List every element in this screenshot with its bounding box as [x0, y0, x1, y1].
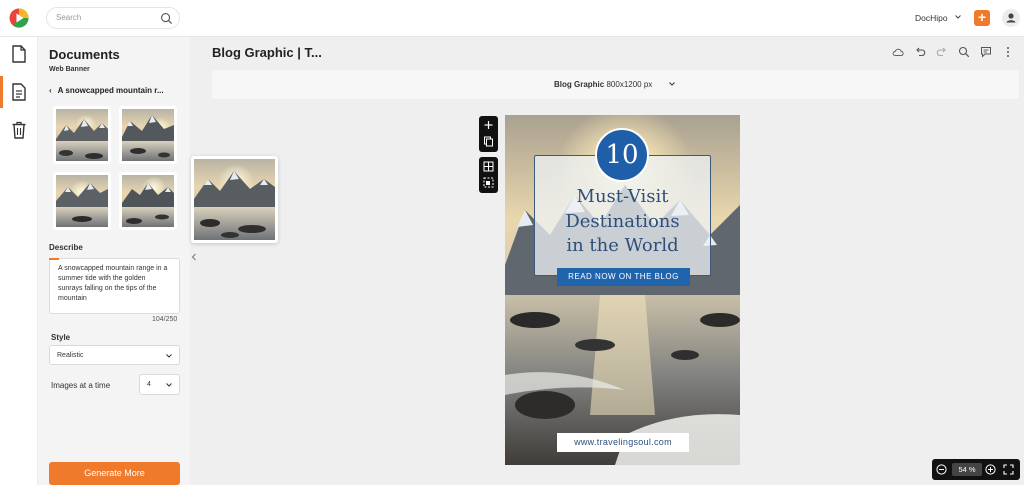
canvas-size-selector[interactable]: Blog Graphic 800x1200 px	[554, 80, 652, 89]
canvas-size-name: Blog Graphic	[554, 80, 605, 89]
images-at-a-time-label: Images at a time	[51, 381, 111, 390]
user-icon	[1006, 13, 1016, 23]
layout-tools	[483, 161, 494, 188]
zoom-level[interactable]: 54 %	[952, 463, 982, 476]
headline-line-3: in the World	[566, 235, 679, 256]
more-options-icon[interactable]	[1002, 46, 1014, 58]
rail-item-trash[interactable]	[0, 114, 38, 146]
chevron-down-icon	[166, 354, 172, 358]
number-badge[interactable]: 10	[595, 128, 649, 182]
page-tools	[484, 121, 493, 147]
describe-label: Describe	[49, 243, 83, 252]
description-textarea[interactable]: A snowcapped mountain range in a summer …	[49, 258, 180, 314]
panel-title: Documents	[49, 47, 120, 62]
zoom-control: 54 %	[932, 459, 1020, 480]
headline-line-1: Must-Visit	[576, 186, 669, 207]
zoom-in-icon[interactable]	[985, 464, 996, 475]
generated-image-1[interactable]	[53, 106, 111, 164]
left-icon-rail	[0, 37, 38, 485]
headline-text[interactable]: Must-Visit Destinations in the World	[534, 185, 711, 259]
back-to-prompts-button[interactable]: ‹ A snowcapped mountain r...	[49, 86, 164, 95]
chevron-down-icon	[166, 383, 172, 387]
image-generator-panel: Documents Web Banner ‹ A snowcapped mount…	[38, 37, 190, 485]
panel-subtitle: Web Banner	[49, 66, 90, 73]
chevron-left-icon: ‹	[49, 86, 52, 95]
page-tools-group	[479, 116, 498, 152]
redo-icon[interactable]	[936, 46, 948, 58]
image-preview-popup[interactable]	[191, 156, 278, 243]
design-artboard[interactable]: 10 Must-Visit Destinations in the World …	[505, 115, 740, 465]
generate-more-button[interactable]: Generate More	[49, 462, 180, 485]
mountain-image	[194, 159, 275, 240]
generated-image-4[interactable]	[119, 172, 177, 230]
cloud-save-icon[interactable]	[892, 46, 904, 58]
website-url[interactable]: www.travelingsoul.com	[557, 433, 689, 452]
add-button[interactable]: +	[974, 10, 990, 26]
mountain-image	[122, 109, 174, 161]
chevron-down-icon[interactable]	[954, 13, 962, 21]
collapse-panel-button[interactable]	[190, 250, 197, 264]
rail-item-new-document[interactable]	[0, 38, 38, 70]
cta-banner[interactable]: READ NOW ON THE BLOG	[557, 268, 690, 286]
search-icon[interactable]	[958, 46, 970, 58]
undo-icon[interactable]	[914, 46, 926, 58]
character-counter: 104/250	[152, 316, 178, 323]
dochipo-logo-icon[interactable]	[9, 8, 29, 28]
headline-line-2: Destinations	[565, 210, 680, 232]
images-count-value: 4	[147, 381, 151, 388]
user-avatar[interactable]	[1002, 9, 1020, 27]
document-title[interactable]: Blog Graphic | T...	[212, 45, 322, 60]
images-count-select[interactable]: 4	[139, 374, 180, 395]
layout-tools-group	[479, 157, 498, 193]
generated-image-3[interactable]	[53, 172, 111, 230]
rail-item-documents[interactable]	[0, 76, 38, 108]
top-bar: Search DocHipo +	[0, 0, 1024, 37]
style-label: Style	[51, 333, 71, 342]
select-area-icon[interactable]	[483, 177, 494, 188]
mountain-image	[56, 109, 108, 161]
trash-icon	[12, 121, 26, 139]
search-input[interactable]: Search	[46, 7, 180, 29]
mountain-image	[56, 175, 108, 227]
document-icon	[12, 45, 26, 63]
zoom-out-icon[interactable]	[936, 464, 947, 475]
canvas-size-bar: Blog Graphic 800x1200 px	[212, 70, 1019, 99]
mountain-image	[122, 175, 174, 227]
fullscreen-icon[interactable]	[1003, 464, 1014, 475]
description-focus-mark	[49, 258, 59, 260]
chevron-down-icon[interactable]	[668, 80, 676, 88]
add-page-icon[interactable]	[484, 121, 493, 129]
workspace-name[interactable]: DocHipo	[915, 13, 948, 23]
search-placeholder: Search	[56, 13, 82, 22]
comment-icon[interactable]	[980, 46, 992, 58]
style-value: Realistic	[57, 352, 84, 359]
prompt-title: A snowcapped mountain r...	[57, 86, 164, 95]
chevron-left-icon	[191, 253, 196, 261]
search-icon[interactable]	[160, 12, 173, 25]
documents-list-icon	[12, 83, 26, 101]
duplicate-page-icon[interactable]	[484, 136, 493, 147]
style-select[interactable]: Realistic	[49, 345, 180, 365]
generated-image-2[interactable]	[119, 106, 177, 164]
grid-icon[interactable]	[483, 161, 494, 172]
canvas-size-dims: 800x1200 px	[606, 80, 653, 89]
